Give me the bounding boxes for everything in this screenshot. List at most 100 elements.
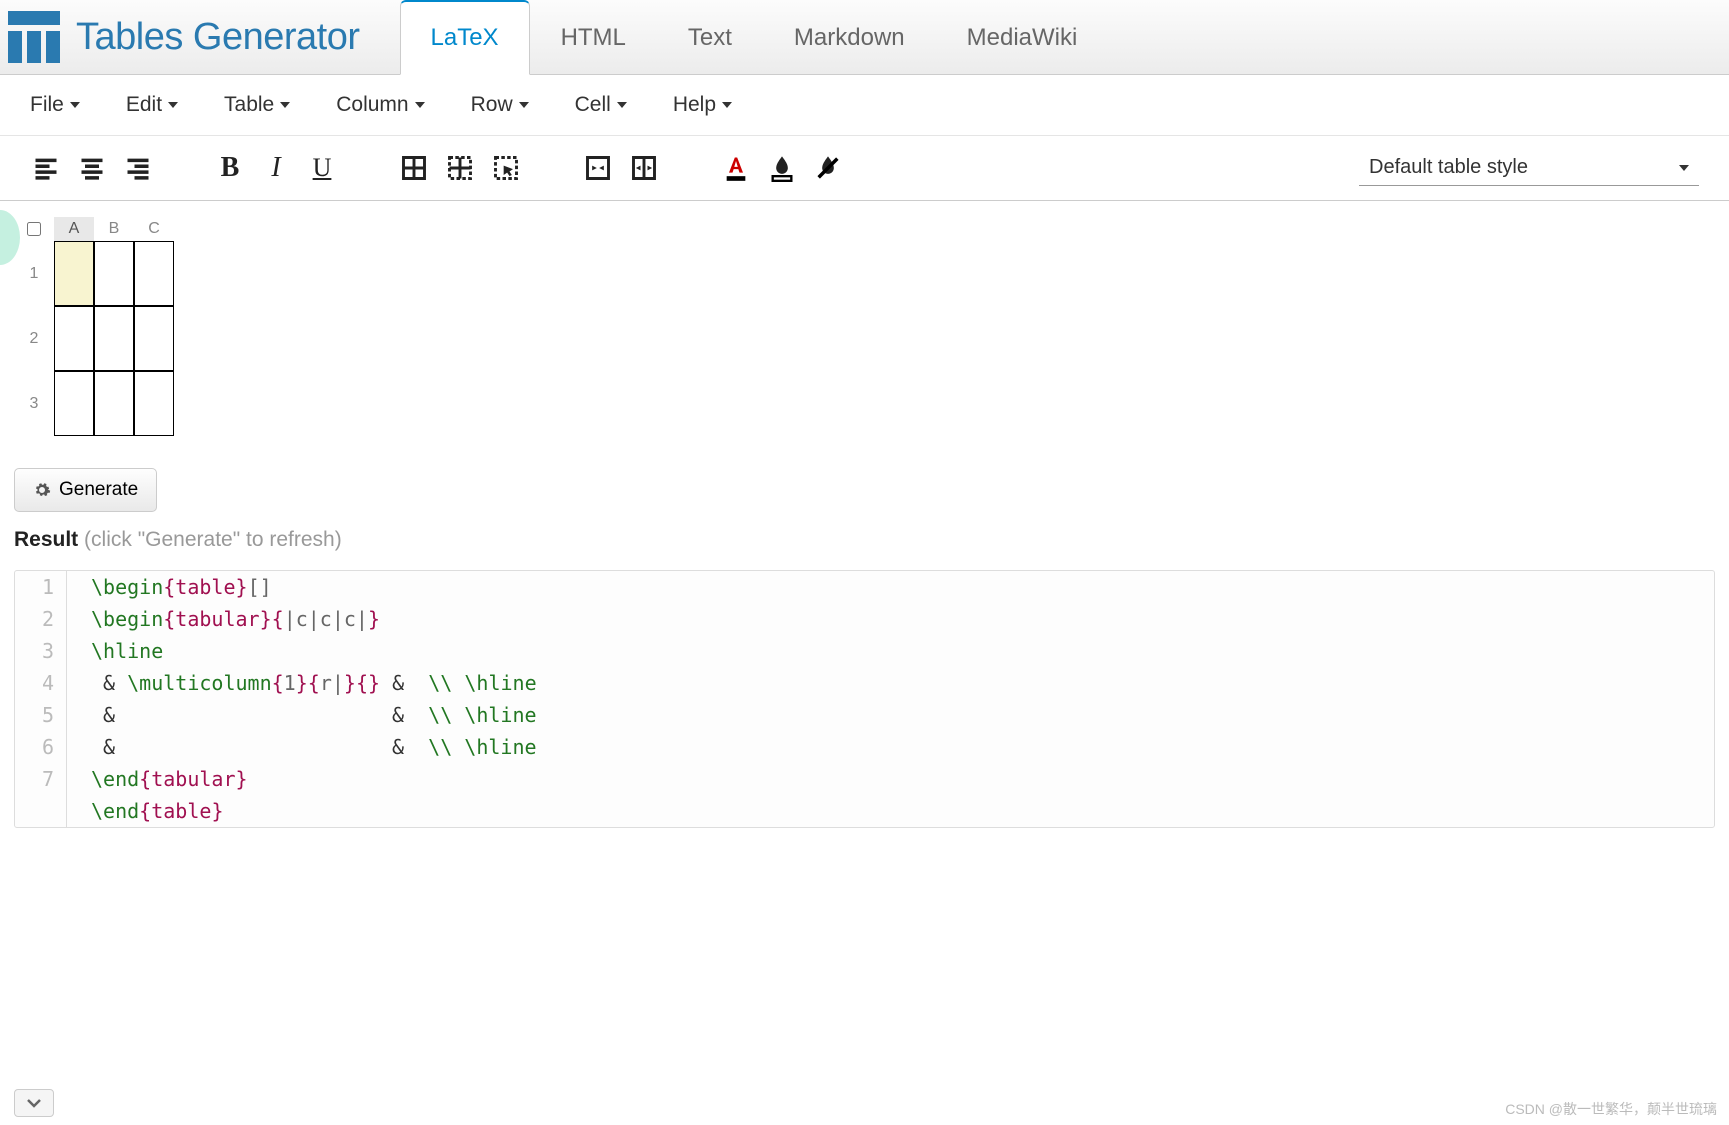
tab-text[interactable]: Text <box>657 1 763 74</box>
row-header-3[interactable]: 3 <box>14 371 54 436</box>
cell-c3[interactable] <box>134 371 174 436</box>
table-editor: A B C 1 2 3 <box>0 201 1729 456</box>
text-color-icon <box>722 154 750 182</box>
cell-a1[interactable] <box>54 241 94 306</box>
code-line: \begin{table}[] <box>67 571 272 603</box>
menu-file[interactable]: File <box>30 93 80 117</box>
line-number: 4 <box>15 667 67 699</box>
borders-button[interactable] <box>398 153 430 183</box>
menu-edit[interactable]: Edit <box>126 93 178 117</box>
caret-down-icon <box>1679 165 1689 171</box>
line-number: 3 <box>15 635 67 667</box>
format-tabs: LaTeX HTML Text Markdown MediaWiki <box>400 0 1109 74</box>
split-horizontal-button[interactable] <box>628 153 660 183</box>
row-header-2[interactable]: 2 <box>14 306 54 371</box>
line-number: 1 <box>15 571 67 603</box>
caret-down-icon <box>168 102 178 108</box>
menu-table-label: Table <box>224 93 274 117</box>
align-right-button[interactable] <box>122 153 154 183</box>
split-horizontal-icon <box>630 154 658 182</box>
tab-latex[interactable]: LaTeX <box>400 0 530 75</box>
italic-button[interactable]: I <box>260 153 292 183</box>
menu-bar: File Edit Table Column Row Cell Help <box>0 75 1729 136</box>
cell-a2[interactable] <box>54 306 94 371</box>
generate-label: Generate <box>59 479 138 501</box>
menu-row[interactable]: Row <box>471 93 529 117</box>
merge-cells-button[interactable] <box>444 153 476 183</box>
align-center-button[interactable] <box>76 153 108 183</box>
generate-button[interactable]: Generate <box>14 468 157 512</box>
col-header-b[interactable]: B <box>94 217 134 241</box>
bold-button[interactable]: B <box>214 153 246 183</box>
cell-b3[interactable] <box>94 371 134 436</box>
menu-table[interactable]: Table <box>224 93 290 117</box>
menu-row-label: Row <box>471 93 513 117</box>
menu-column-label: Column <box>336 93 408 117</box>
code-line: \begin{tabular}{|c|c|c|} <box>67 603 380 635</box>
line-number: 6 <box>15 731 67 763</box>
code-line: & & \\ \hline <box>67 699 537 731</box>
caret-down-icon <box>415 102 425 108</box>
line-number: 5 <box>15 699 67 731</box>
merge-horizontal-icon <box>584 154 612 182</box>
code-line: \hline <box>67 635 163 667</box>
caret-down-icon <box>617 102 627 108</box>
menu-cell-label: Cell <box>575 93 611 117</box>
merge-cells-icon <box>446 154 474 182</box>
caret-down-icon <box>280 102 290 108</box>
fill-color-button[interactable] <box>766 153 798 183</box>
chevron-down-icon <box>26 1097 42 1109</box>
clear-formatting-button[interactable] <box>812 153 844 183</box>
line-number: 2 <box>15 603 67 635</box>
col-header-c[interactable]: C <box>134 217 174 241</box>
caret-down-icon <box>722 102 732 108</box>
result-header: Result (click "Generate" to refresh) <box>0 512 1729 562</box>
align-left-icon <box>32 154 60 182</box>
align-right-icon <box>124 154 152 182</box>
menu-cell[interactable]: Cell <box>575 93 627 117</box>
cell-c2[interactable] <box>134 306 174 371</box>
underline-button[interactable]: U <box>306 153 338 183</box>
caret-down-icon <box>70 102 80 108</box>
logo-icon <box>8 11 60 63</box>
cell-b2[interactable] <box>94 306 134 371</box>
cell-a3[interactable] <box>54 371 94 436</box>
menu-help[interactable]: Help <box>673 93 732 117</box>
gears-icon <box>33 481 51 499</box>
menu-column[interactable]: Column <box>336 93 424 117</box>
caret-down-icon <box>519 102 529 108</box>
toolbar: B I U Default table style <box>0 136 1729 201</box>
header-bar: Tables Generator LaTeX HTML Text Markdow… <box>0 0 1729 75</box>
result-label: Result <box>14 528 78 551</box>
code-line: \end{table} <box>67 795 223 827</box>
select-cursor-button[interactable] <box>490 153 522 183</box>
select-all-corner[interactable] <box>14 217 54 241</box>
cell-b1[interactable] <box>94 241 134 306</box>
table-style-select[interactable]: Default table style <box>1359 150 1699 186</box>
row-header-1[interactable]: 1 <box>14 241 54 306</box>
brand-logo[interactable]: Tables Generator <box>0 11 380 63</box>
cursor-select-icon <box>492 154 520 182</box>
merge-horizontal-button[interactable] <box>582 153 614 183</box>
select-all-checkbox[interactable] <box>27 222 41 236</box>
table-style-label: Default table style <box>1369 156 1528 179</box>
text-color-button[interactable] <box>720 153 752 183</box>
code-line: & & \\ \hline <box>67 731 537 763</box>
line-number <box>15 795 67 827</box>
menu-file-label: File <box>30 93 64 117</box>
no-color-icon <box>814 154 842 182</box>
code-line: \end{tabular} <box>67 763 248 795</box>
cell-c1[interactable] <box>134 241 174 306</box>
code-line: & \multicolumn{1}{r|}{} & \\ \hline <box>67 667 537 699</box>
watermark-text: CSDN @散一世繁华，颠半世琉璃 <box>1505 1099 1717 1119</box>
align-left-button[interactable] <box>30 153 62 183</box>
tab-html[interactable]: HTML <box>530 1 657 74</box>
collapse-button[interactable] <box>14 1089 54 1117</box>
tab-mediawiki[interactable]: MediaWiki <box>936 1 1109 74</box>
menu-edit-label: Edit <box>126 93 162 117</box>
tab-markdown[interactable]: Markdown <box>763 1 936 74</box>
code-output[interactable]: 1\begin{table}[]2\begin{tabular}{|c|c|c|… <box>14 570 1715 828</box>
col-header-a[interactable]: A <box>54 217 94 241</box>
fill-color-icon <box>768 154 796 182</box>
brand-title: Tables Generator <box>76 16 360 59</box>
